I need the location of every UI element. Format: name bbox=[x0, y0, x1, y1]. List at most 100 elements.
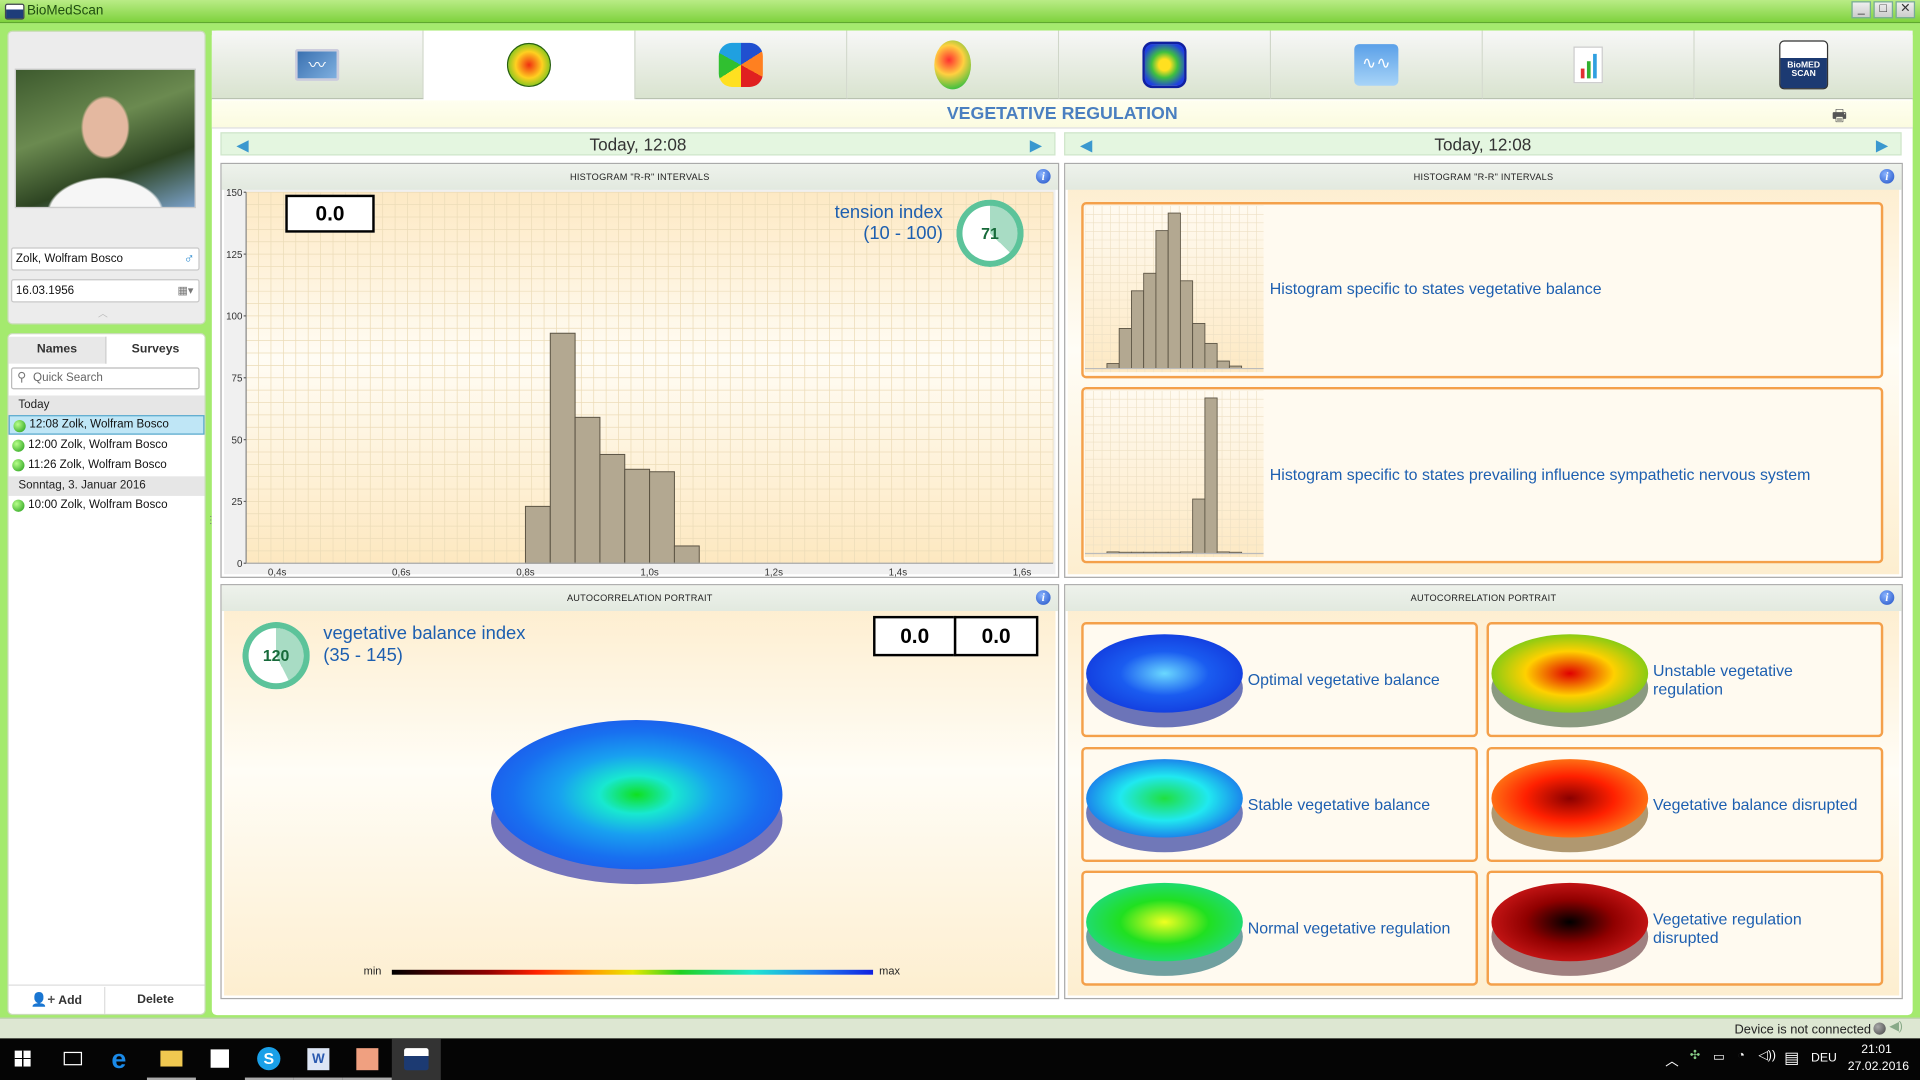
scale-min-label: min bbox=[363, 964, 382, 978]
status-dot-icon bbox=[12, 439, 25, 452]
mini-histogram-bar bbox=[1179, 280, 1194, 370]
minimize-button[interactable]: _ bbox=[1851, 1, 1872, 19]
next-arrow-icon[interactable]: ▶ bbox=[1876, 137, 1888, 153]
presentation-button[interactable] bbox=[342, 1038, 392, 1080]
birthdate: 16.03.1956 bbox=[15, 284, 75, 298]
x-tick-label: 0,4s bbox=[268, 568, 287, 578]
histogram-bar bbox=[673, 545, 700, 564]
tool-vegetative-regulation[interactable] bbox=[423, 30, 636, 100]
mini-histogram-bar bbox=[1143, 272, 1157, 370]
previous-arrow-icon[interactable]: ◀ bbox=[1080, 137, 1092, 153]
right-date: Today, 12:08 bbox=[1434, 134, 1532, 155]
notifications-icon[interactable]: ▤ bbox=[1784, 1048, 1799, 1068]
histogram-bar bbox=[624, 468, 651, 564]
list-item-label: 10:00 Zolk, Wolfram Bosco bbox=[28, 498, 168, 512]
state-disc bbox=[1086, 882, 1243, 976]
bar-chart-icon bbox=[1573, 45, 1603, 83]
task-view-button[interactable] bbox=[49, 1038, 98, 1080]
panel-header: AUTOCORRELATION PORTRAIT bbox=[221, 585, 1058, 612]
explorer-button[interactable] bbox=[146, 1038, 196, 1080]
biomedscan-taskbar-button[interactable] bbox=[391, 1038, 441, 1080]
wifi-icon[interactable]: ◔ bbox=[1738, 1049, 1745, 1062]
language-indicator[interactable]: DEU bbox=[1811, 1052, 1837, 1065]
reference-histogram-sympathetic bbox=[1084, 390, 1264, 558]
volume-icon[interactable]: ◁)) bbox=[1758, 1049, 1776, 1062]
collapse-handle-icon[interactable]: ︿ bbox=[98, 307, 108, 320]
tool-ecg[interactable]: 〰 bbox=[211, 30, 424, 100]
birthdate-field[interactable]: 16.03.1956 ▦▾ bbox=[11, 279, 200, 303]
word-button[interactable]: W bbox=[293, 1038, 343, 1080]
tool-statistics[interactable] bbox=[1482, 30, 1695, 100]
tension-index-value: 71 bbox=[981, 224, 999, 243]
clock-time[interactable]: 21:01 bbox=[1861, 1043, 1892, 1056]
y-tick-label: 100 bbox=[226, 312, 243, 323]
brain-map-icon bbox=[934, 39, 972, 89]
y-tick-label: 75 bbox=[232, 373, 243, 384]
x-tick-label: 1,0s bbox=[640, 568, 659, 578]
window-title: BioMedScan bbox=[26, 3, 104, 19]
quick-search-input[interactable]: ⚲ Quick Search bbox=[11, 367, 200, 390]
tool-about[interactable]: BioMED SCAN bbox=[1694, 30, 1913, 100]
list-item[interactable]: 12:08 Zolk, Wolfram Bosco bbox=[8, 415, 205, 435]
next-arrow-icon[interactable]: ▶ bbox=[1030, 137, 1042, 153]
mini-histogram-bar bbox=[1204, 343, 1218, 370]
folder-icon bbox=[160, 1050, 183, 1067]
patient-name-field[interactable]: Zolk, Wolfram Bosco ♂ bbox=[11, 247, 200, 271]
mini-histogram-bar bbox=[1192, 498, 1206, 554]
rhythm-graph-icon: ∿∿ bbox=[1354, 43, 1399, 86]
ecg-monitor-icon: 〰 bbox=[295, 48, 340, 81]
histogram-bar bbox=[599, 453, 626, 564]
tab-names[interactable]: Names bbox=[8, 336, 107, 364]
left-date: Today, 12:08 bbox=[589, 134, 687, 155]
info-icon[interactable]: i bbox=[1879, 168, 1895, 184]
tool-rhythm[interactable]: ∿∿ bbox=[1271, 30, 1483, 100]
index-label: vegetative balance index bbox=[323, 623, 526, 645]
add-button[interactable]: 👤+ Add bbox=[9, 986, 106, 1014]
app-logo-icon bbox=[4, 3, 25, 20]
autocorrelation-disc bbox=[491, 720, 783, 885]
calendar-dropdown-icon[interactable]: ▦▾ bbox=[178, 280, 194, 301]
print-icon[interactable]: 🖶 bbox=[1832, 105, 1847, 132]
biomedscan-app-icon bbox=[404, 1048, 429, 1071]
value-box: 0.0 bbox=[285, 194, 375, 233]
dropbox-icon[interactable]: ✣ bbox=[1690, 1049, 1700, 1062]
info-icon[interactable]: i bbox=[1035, 168, 1051, 184]
tension-index-label: tension index (10 - 100) bbox=[759, 202, 943, 244]
maximize-button[interactable]: □ bbox=[1873, 1, 1894, 19]
tool-cells[interactable] bbox=[635, 30, 848, 100]
tab-surveys[interactable]: Surveys bbox=[106, 336, 205, 364]
windows-icon bbox=[14, 1050, 31, 1067]
panel-header: HISTOGRAM "R-R" INTERVALS bbox=[1065, 164, 1902, 190]
state-label: Vegetative balance disrupted bbox=[1653, 795, 1858, 814]
mini-histogram-bar bbox=[1106, 363, 1120, 370]
skype-button[interactable]: S bbox=[244, 1038, 294, 1080]
info-icon[interactable]: i bbox=[1035, 590, 1051, 605]
previous-arrow-icon[interactable]: ◀ bbox=[236, 137, 248, 153]
list-item[interactable]: 12:00 Zolk, Wolfram Bosco bbox=[9, 436, 205, 456]
start-button[interactable] bbox=[0, 1038, 49, 1080]
close-button[interactable]: ✕ bbox=[1895, 1, 1916, 19]
tray-chevron-icon[interactable]: ︿ bbox=[1665, 1051, 1678, 1071]
clock-date[interactable]: 27.02.2016 bbox=[1848, 1060, 1909, 1073]
list-item[interactable]: 10:00 Zolk, Wolfram Bosco bbox=[9, 496, 205, 516]
speaker-icon[interactable]: ◀) bbox=[1889, 1020, 1903, 1033]
group-header: Sonntag, 3. Januar 2016 bbox=[8, 476, 205, 496]
list-item[interactable]: 11:26 Zolk, Wolfram Bosco bbox=[9, 456, 205, 476]
x-tick-label: 1,2s bbox=[764, 568, 783, 578]
task-view-icon bbox=[63, 1051, 83, 1066]
delete-button[interactable]: Delete bbox=[107, 987, 205, 1014]
index-label: tension index bbox=[834, 202, 943, 223]
histogram-bar bbox=[549, 332, 576, 564]
tool-energy-map[interactable] bbox=[1059, 30, 1272, 100]
mini-histogram-bar bbox=[1167, 212, 1181, 370]
add-label: Add bbox=[58, 994, 83, 1008]
info-icon[interactable]: i bbox=[1879, 590, 1895, 605]
reference-label: Histogram specific to states vegetative … bbox=[1269, 279, 1602, 298]
mini-histogram-bar bbox=[1131, 290, 1145, 370]
store-button[interactable] bbox=[196, 1038, 245, 1080]
battery-icon[interactable]: ▭ bbox=[1713, 1051, 1725, 1064]
state-card: Optimal vegetative balance bbox=[1081, 622, 1478, 738]
tool-brain-map[interactable] bbox=[847, 30, 1060, 100]
index-range: (35 - 145) bbox=[323, 645, 403, 667]
edge-button[interactable]: e bbox=[98, 1038, 147, 1080]
